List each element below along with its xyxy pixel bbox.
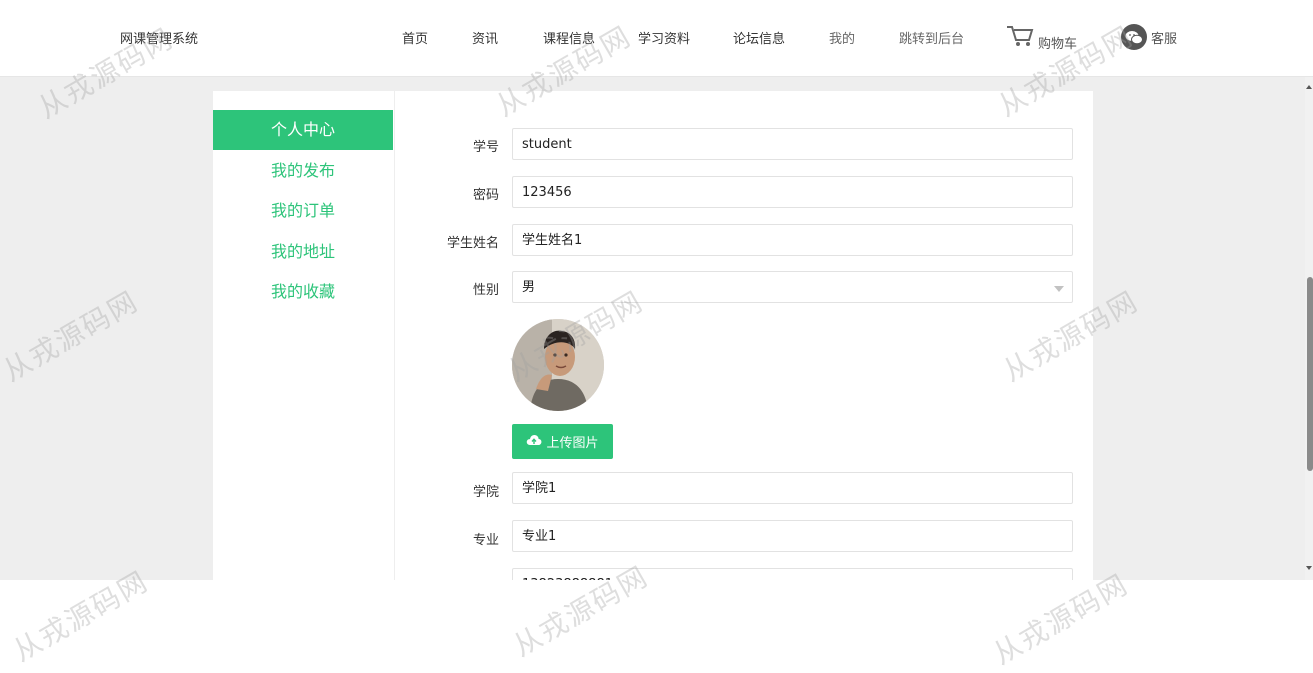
scroll-down-icon[interactable] [1306, 566, 1312, 570]
cart-link[interactable]: 购物车 [1006, 24, 1077, 52]
name-label: 学生姓名 [446, 236, 499, 251]
user-sidebar: 个人中心 我的发布 我的订单 我的地址 我的收藏 [213, 91, 395, 580]
nav-mine[interactable]: 我的 [829, 28, 855, 47]
college-input[interactable]: 学院1 [512, 472, 1073, 504]
cart-label: 购物车 [1038, 37, 1078, 52]
chevron-down-icon [1054, 286, 1064, 292]
upload-button-label: 上传图片 [546, 436, 599, 451]
nav-admin[interactable]: 跳转到后台 [899, 28, 964, 47]
major-label: 专业 [472, 533, 499, 548]
phone-input[interactable]: 13823888881 [512, 568, 1073, 580]
gender-value: 男 [522, 280, 536, 295]
site-title: 网课管理系统 [120, 32, 199, 47]
name-input[interactable]: 学生姓名1 [512, 224, 1073, 256]
college-label: 学院 [472, 485, 499, 500]
profile-panel: 个人中心 我的发布 我的订单 我的地址 我的收藏 学号 student 密码 1… [213, 91, 1093, 580]
nav-courses[interactable]: 课程信息 [543, 28, 595, 47]
sidebar-item-profile[interactable]: 个人中心 [213, 110, 393, 150]
avatar [512, 319, 604, 411]
gender-select[interactable]: 男 [512, 271, 1073, 303]
wechat-icon [1121, 24, 1147, 50]
password-label: 密码 [472, 188, 499, 203]
password-input[interactable]: 123456 [512, 176, 1073, 208]
cloud-upload-icon [526, 434, 542, 450]
sidebar-item-address[interactable]: 我的地址 [213, 232, 393, 272]
upload-image-button[interactable]: 上传图片 [512, 424, 613, 459]
page-footer-area [0, 580, 1313, 656]
nav-news[interactable]: 资讯 [472, 28, 498, 47]
student-id-label: 学号 [472, 140, 499, 155]
cart-icon [1006, 24, 1034, 52]
nav-materials[interactable]: 学习资料 [638, 28, 690, 47]
service-label: 客服 [1151, 31, 1178, 47]
sidebar-item-posts[interactable]: 我的发布 [213, 151, 393, 191]
student-id-input[interactable]: student [512, 128, 1073, 160]
major-input[interactable]: 专业1 [512, 520, 1073, 552]
gender-label: 性别 [472, 283, 499, 298]
sidebar-item-favorites[interactable]: 我的收藏 [213, 272, 393, 312]
nav-forum[interactable]: 论坛信息 [733, 28, 785, 47]
content-area: 个人中心 我的发布 我的订单 我的地址 我的收藏 学号 student 密码 1… [0, 77, 1305, 580]
nav-home[interactable]: 首页 [402, 28, 428, 47]
sidebar-item-orders[interactable]: 我的订单 [213, 191, 393, 231]
scrollbar-thumb[interactable] [1307, 277, 1313, 471]
scroll-up-icon[interactable] [1306, 85, 1312, 89]
customer-service-link[interactable]: 客服 [1121, 24, 1177, 50]
top-navigation: 网课管理系统 首页 资讯 课程信息 学习资料 论坛信息 我的 跳转到后台 购物车… [0, 0, 1313, 77]
